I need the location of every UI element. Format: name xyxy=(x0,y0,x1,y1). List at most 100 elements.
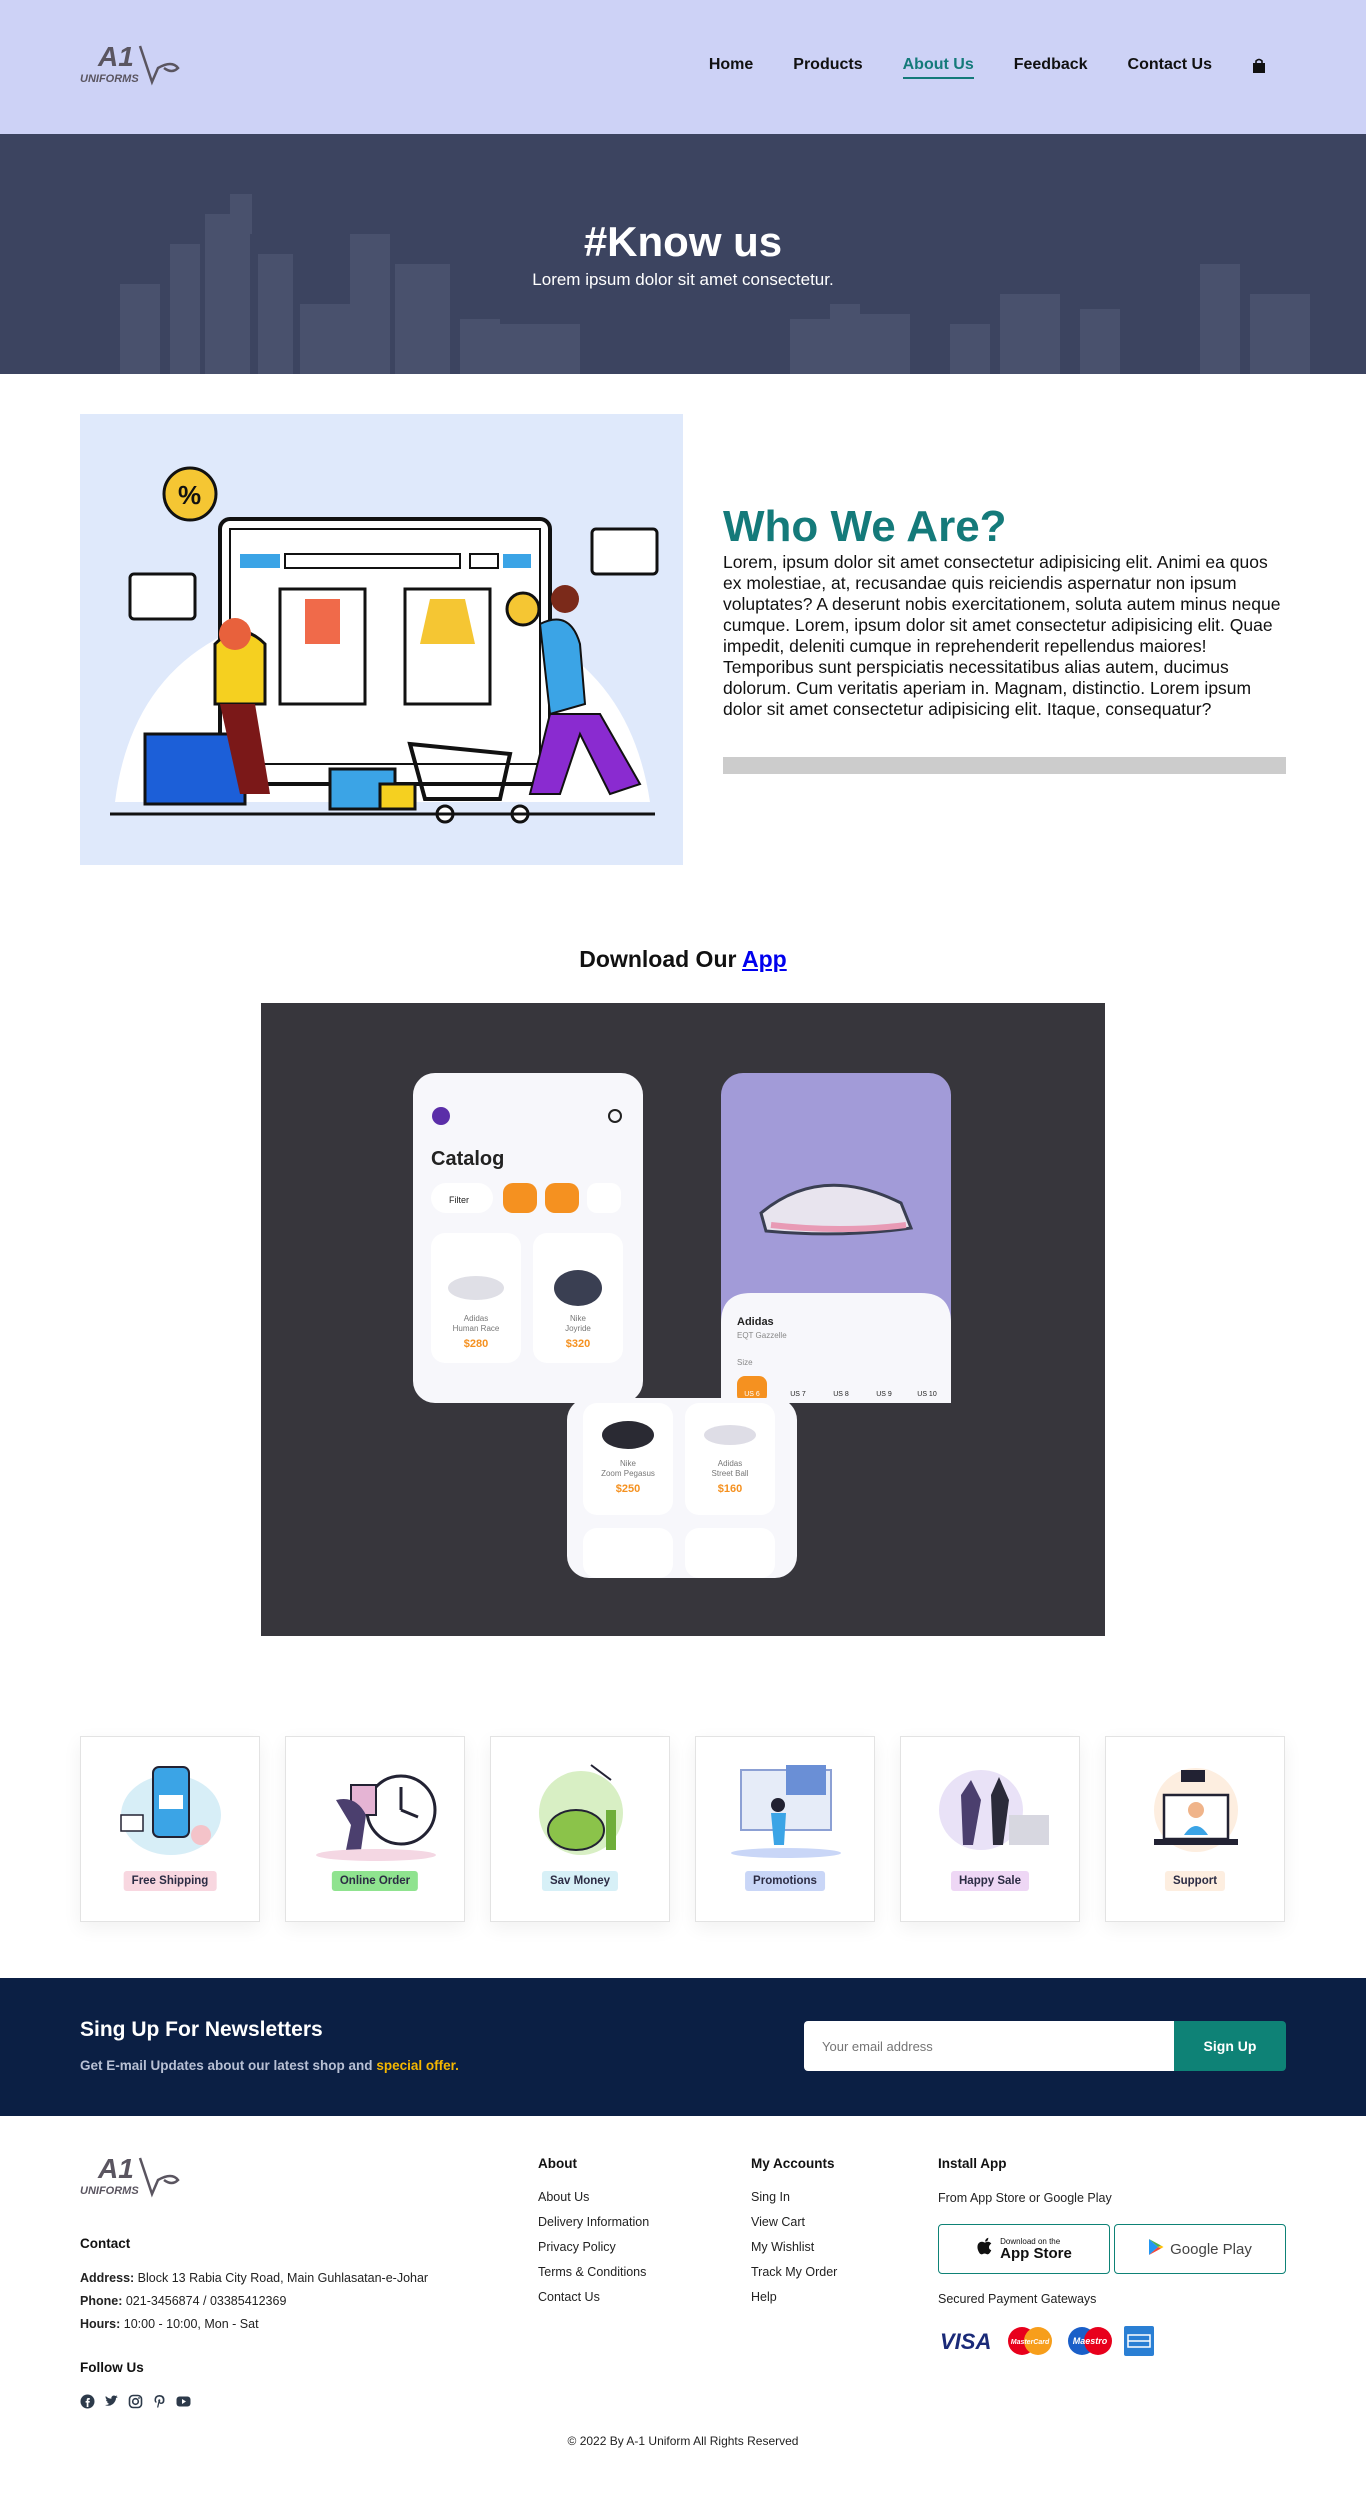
newsletter-signup-button[interactable]: Sign Up xyxy=(1174,2021,1286,2071)
google-play-button[interactable]: Google Play xyxy=(1114,2224,1286,2274)
download-prefix: Download Our xyxy=(579,946,737,972)
twitter-icon[interactable] xyxy=(104,2394,119,2409)
mockup-filter-label: Filter xyxy=(449,1195,469,1205)
copyright-text: © 2022 By A-1 Uniform All Rights Reserve… xyxy=(567,2434,799,2448)
nav-home[interactable]: Home xyxy=(709,56,753,74)
footer-link-wishlist[interactable]: My Wishlist xyxy=(751,2240,837,2265)
mockup-size-0: US 6 xyxy=(744,1391,760,1398)
free-shipping-illustration xyxy=(120,1766,221,1855)
feature-card-support[interactable]: Support xyxy=(1105,1736,1285,1922)
phone-value: 021-3456874 / 03385412369 xyxy=(125,2294,287,2308)
mastercard-logo: MasterCard xyxy=(1004,2325,1056,2362)
newsletter-sub-highlight: special offer. xyxy=(376,2058,459,2073)
feature-card-online-order[interactable]: Online Order xyxy=(285,1736,465,1922)
logo-sub: UNIFORMS xyxy=(80,73,139,85)
mockup-product-3-name: Street Ball xyxy=(712,1469,749,1478)
hours-value: 10:00 - 10:00, Mon - Sat xyxy=(123,2317,259,2331)
mockup-product-2-brand: Nike xyxy=(620,1459,637,1468)
nav-feedback[interactable]: Feedback xyxy=(1014,56,1088,74)
newsletter-section: Sing Up For Newsletters Get E-mail Updat… xyxy=(0,1978,1366,2116)
footer-install-sub: From App Store or Google Play xyxy=(938,2191,1112,2205)
footer-link-contact-us[interactable]: Contact Us xyxy=(538,2290,649,2315)
mockup-product-0-name: Human Race xyxy=(453,1324,500,1333)
footer-address: Address: Block 13 Rabia City Road, Main … xyxy=(80,2271,428,2285)
feature-label-promotions: Promotions xyxy=(745,1871,825,1891)
footer-link-delivery-information[interactable]: Delivery Information xyxy=(538,2215,649,2240)
happy-sale-illustration xyxy=(939,1770,1049,1850)
footer-link-track-order[interactable]: Track My Order xyxy=(751,2265,837,2290)
maestro-logo-text: Maestro xyxy=(1073,2336,1108,2346)
content-divider-bar xyxy=(723,757,1286,774)
instagram-icon[interactable] xyxy=(128,2394,143,2409)
app-link[interactable]: App xyxy=(742,946,787,972)
feature-card-free-shipping[interactable]: Free Shipping xyxy=(80,1736,260,1922)
maestro-logo: Maestro xyxy=(1064,2325,1116,2362)
youtube-icon[interactable] xyxy=(176,2394,191,2409)
feature-label-sav-money: Sav Money xyxy=(541,1871,619,1891)
pinterest-icon[interactable] xyxy=(152,2394,167,2409)
footer-follow-heading: Follow Us xyxy=(80,2360,144,2375)
feature-label-free-shipping: Free Shipping xyxy=(123,1871,217,1891)
footer-logo-text: A1 xyxy=(97,2153,134,2184)
mockup-product-3-price: $160 xyxy=(718,1483,742,1495)
address-label: Address: xyxy=(80,2271,135,2285)
svg-text:%: % xyxy=(178,480,201,510)
nav-contact-us[interactable]: Contact Us xyxy=(1128,56,1212,74)
nav-products[interactable]: Products xyxy=(793,56,862,74)
support-illustration xyxy=(1154,1768,1238,1852)
shopping-illustration: % xyxy=(80,414,683,865)
newsletter-email-input[interactable] xyxy=(804,2021,1174,2071)
newsletter-subtitle: Get E-mail Updates about our latest shop… xyxy=(80,2058,459,2073)
feature-card-sav-money[interactable]: Sav Money xyxy=(490,1736,670,1922)
footer-logo-sub: UNIFORMS xyxy=(80,2185,139,2197)
mockup-size-4: US 10 xyxy=(917,1391,937,1398)
amex-logo xyxy=(1124,2326,1154,2361)
mastercard-logo-text: MasterCard xyxy=(1011,2339,1050,2346)
footer-phone: Phone: 021-3456874 / 03385412369 xyxy=(80,2294,286,2308)
facebook-icon[interactable] xyxy=(80,2394,95,2409)
footer-link-help[interactable]: Help xyxy=(751,2290,837,2315)
app-mockup-image: Catalog Filter Adidas Human Race $280 Ni… xyxy=(261,1003,1105,1636)
google-play-text: Google Play xyxy=(1170,2240,1252,2258)
visa-logo-text: VISA xyxy=(940,2329,991,2353)
logo-text: A1 xyxy=(97,41,134,72)
feature-card-happy-sale[interactable]: Happy Sale xyxy=(900,1736,1080,1922)
feature-card-promotions[interactable]: Promotions xyxy=(695,1736,875,1922)
app-store-big-text: App Store xyxy=(1000,2244,1072,2262)
footer-link-privacy-policy[interactable]: Privacy Policy xyxy=(538,2240,649,2265)
feature-label-support: Support xyxy=(1164,1871,1226,1891)
app-store-button[interactable]: Download on the App Store xyxy=(938,2224,1110,2274)
footer-link-about-us[interactable]: About Us xyxy=(538,2190,649,2215)
apple-icon xyxy=(976,2237,994,2262)
footer-about-heading: About xyxy=(538,2156,577,2171)
footer-link-terms-conditions[interactable]: Terms & Conditions xyxy=(538,2265,649,2290)
footer-logo[interactable]: A1 UNIFORMS xyxy=(80,2150,190,2206)
shopping-bag-icon[interactable] xyxy=(1252,58,1266,74)
mockup-catalog-title: Catalog xyxy=(431,1148,504,1170)
mockup-detail-name: EQT Gazzelle xyxy=(737,1331,787,1340)
mockup-size-label: Size xyxy=(737,1358,753,1367)
feature-label-happy-sale: Happy Sale xyxy=(951,1871,1029,1891)
footer-link-sign-in[interactable]: Sing In xyxy=(751,2190,837,2215)
hours-label: Hours: xyxy=(80,2317,121,2331)
footer-accounts-heading: My Accounts xyxy=(751,2156,835,2171)
nav-about-us[interactable]: About Us xyxy=(902,56,974,79)
visa-logo: VISA xyxy=(938,2329,996,2358)
download-app-heading: Download Our App xyxy=(0,946,1366,973)
who-we-are-text: Lorem, ipsum dolor sit amet consectetur … xyxy=(723,552,1281,719)
mockup-product-3-brand: Adidas xyxy=(718,1459,742,1468)
newsletter-sub-prefix: Get E-mail Updates about our latest shop… xyxy=(80,2058,373,2073)
newsletter-title: Sing Up For Newsletters xyxy=(80,2018,323,2041)
site-header: A1 UNIFORMS Home Products About Us Feedb… xyxy=(0,0,1366,134)
hero-title: #Know us xyxy=(583,218,783,265)
mockup-size-3: US 9 xyxy=(876,1391,892,1398)
phone-label: Phone: xyxy=(80,2294,123,2308)
promotions-illustration xyxy=(731,1765,841,1858)
social-links xyxy=(80,2394,191,2409)
footer-link-view-cart[interactable]: View Cart xyxy=(751,2215,837,2240)
address-value: Block 13 Rabia City Road, Main Guhlasata… xyxy=(137,2271,429,2285)
payment-gateways: VISA MasterCard Maestro xyxy=(938,2325,1154,2362)
brand-logo[interactable]: A1 UNIFORMS xyxy=(80,38,190,94)
footer-hours: Hours: 10:00 - 10:00, Mon - Sat xyxy=(80,2317,259,2331)
mockup-product-1-brand: Nike xyxy=(570,1314,587,1323)
